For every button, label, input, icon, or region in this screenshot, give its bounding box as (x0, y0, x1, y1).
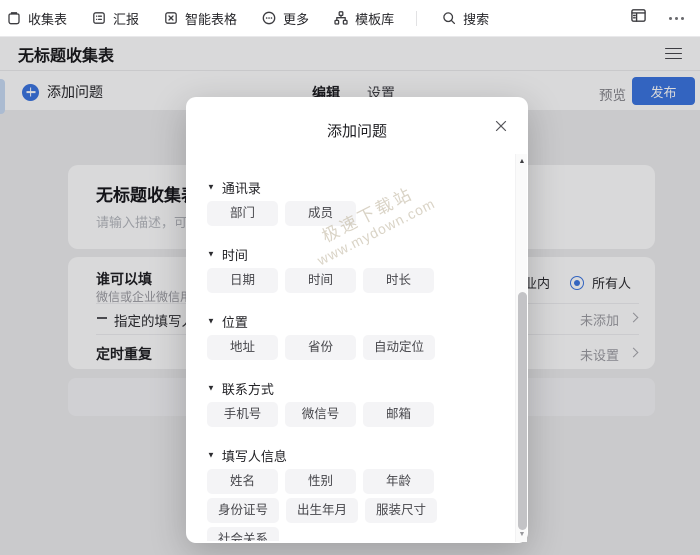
question-section: ▼ 填写人信息姓名性别年龄身份证号出生年月服装尺寸社会关系 (207, 447, 496, 541)
question-type-button[interactable]: 身份证号 (207, 498, 279, 523)
section-header[interactable]: ▼ 填写人信息 (207, 447, 496, 463)
nav-label: 模板库 (355, 9, 394, 28)
template-library-icon (333, 10, 349, 26)
question-type-button[interactable]: 姓名 (207, 469, 278, 494)
question-type-button[interactable]: 部门 (207, 201, 278, 226)
question-section: ▼时间日期时间时长 (207, 246, 496, 293)
question-section: ▼ 联系方式手机号微信号邮箱 (207, 380, 496, 427)
report-icon (91, 10, 107, 26)
nav-label: 智能表格 (185, 9, 237, 28)
modal-title: 添加问题 (186, 120, 528, 141)
section-header[interactable]: ▼ 通讯录 (207, 179, 496, 195)
more-circle-icon (261, 10, 277, 26)
question-section: ▼ 位置地址省份自动定位 (207, 313, 496, 360)
section-items: 地址省份自动定位 (207, 335, 496, 360)
section-items: 姓名性别年龄身份证号出生年月服装尺寸社会关系 (207, 469, 496, 541)
toolbar-divider (416, 11, 417, 26)
question-type-button[interactable]: 时间 (285, 268, 356, 293)
triangle-down-icon: ▼ (207, 251, 215, 259)
question-type-list: ▼通讯录部门成员▼时间日期时间时长▼位置地址省份自动定位▼联系方式手机号微信号邮… (207, 154, 496, 541)
nav-label: 收集表 (28, 9, 67, 28)
search-icon (441, 10, 457, 26)
question-type-button[interactable]: 年龄 (363, 469, 434, 494)
question-type-button[interactable]: 手机号 (207, 402, 278, 427)
triangle-down-icon: ▼ (207, 385, 215, 393)
smart-table-icon (163, 10, 179, 26)
section-items: 手机号微信号邮箱 (207, 402, 496, 427)
nav-item-template-library[interactable]: 模板库 (333, 9, 394, 28)
app-toolbar: 收集表 汇报 智能表格 更多 模板库 搜索 (0, 0, 700, 37)
nav-item-collection-form[interactable]: 收集表 (6, 9, 67, 28)
question-type-button[interactable]: 出生年月 (286, 498, 358, 523)
section-name: 位置 (222, 312, 248, 331)
nav-item-report[interactable]: 汇报 (91, 9, 139, 28)
nav-label: 更多 (283, 9, 309, 28)
question-type-button[interactable]: 邮箱 (363, 402, 434, 427)
question-type-button[interactable]: 微信号 (285, 402, 356, 427)
question-type-button[interactable]: 自动定位 (363, 335, 435, 360)
nav-item-search[interactable]: 搜索 (441, 9, 489, 28)
nav-label: 搜索 (463, 9, 489, 28)
question-type-button[interactable]: 地址 (207, 335, 278, 360)
question-type-button[interactable]: 成员 (285, 201, 356, 226)
section-name: 填写人信息 (222, 446, 287, 465)
section-header[interactable]: ▼ 时间 (207, 246, 496, 262)
question-section: ▼ 通讯录部门成员 (207, 179, 496, 226)
section-items: 部门成员 (207, 201, 496, 226)
section-name: 通讯录 (222, 178, 261, 197)
section-name: 联系方式 (222, 379, 274, 398)
section-header[interactable]: ▼ 位置 (207, 313, 496, 329)
window-more-icon[interactable] (669, 17, 684, 20)
question-type-button[interactable]: 时长 (363, 268, 434, 293)
section-items: 日期时间时长 (207, 268, 496, 293)
collection-form-icon (6, 10, 22, 26)
nav-label: 汇报 (113, 9, 139, 28)
nav-item-smart-table[interactable]: 智能表格 (163, 9, 237, 28)
question-type-button[interactable]: 省份 (285, 335, 356, 360)
triangle-down-icon: ▼ (207, 452, 215, 460)
close-icon[interactable] (493, 118, 509, 134)
scrollbar-thumb[interactable] (518, 292, 527, 530)
question-type-button[interactable]: 性别 (285, 469, 356, 494)
add-question-modal: 添加问题 ▼通讯录部门成员▼时间日期时间时长▼位置地址省份自动定位▼联系方式手机… (186, 97, 528, 543)
scroll-down-icon[interactable]: ▼ (516, 528, 528, 541)
question-type-button[interactable]: 社会关系 (207, 527, 279, 541)
question-type-button[interactable]: 服装尺寸 (365, 498, 437, 523)
triangle-down-icon: ▼ (207, 318, 215, 326)
section-header[interactable]: ▼ 联系方式 (207, 380, 496, 396)
nav-item-more[interactable]: 更多 (261, 9, 309, 28)
triangle-down-icon: ▼ (207, 184, 215, 192)
modal-scrollbar: ▲ ▼ (515, 154, 527, 542)
question-type-button[interactable]: 日期 (207, 268, 278, 293)
section-name: 时间 (222, 245, 248, 264)
layout-panel-icon[interactable] (630, 7, 647, 29)
scroll-up-icon[interactable]: ▲ (516, 155, 528, 168)
